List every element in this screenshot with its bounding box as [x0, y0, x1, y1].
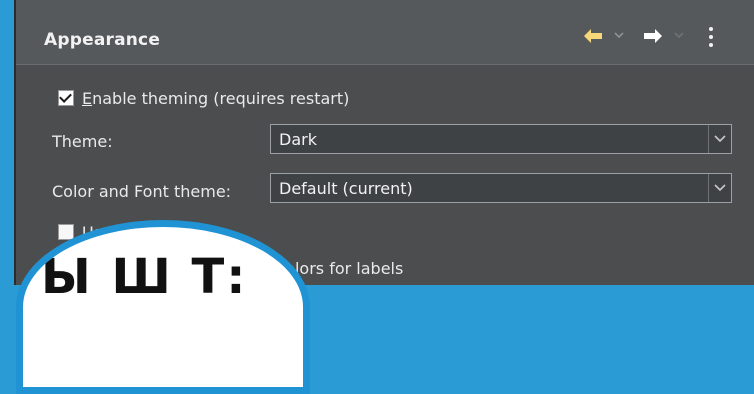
back-arrow-icon[interactable]: [582, 26, 604, 50]
magnifier-overlay: Ы Ш Т:: [16, 220, 310, 394]
overlay-text: Ы Ш Т:: [41, 249, 248, 305]
chevron-down-icon[interactable]: [708, 174, 731, 202]
theme-select-value: Dark: [279, 130, 317, 149]
enable-theming-label[interactable]: Enable theming (requires restart): [82, 89, 349, 108]
chevron-down-icon[interactable]: [708, 125, 731, 153]
color-font-theme-select[interactable]: Default (current): [270, 173, 732, 203]
forward-arrow-icon[interactable]: [642, 26, 664, 50]
enable-theming-checkbox[interactable]: [58, 90, 74, 106]
forward-dropdown-chevron-down-icon[interactable]: [674, 26, 684, 50]
theme-select[interactable]: Dark: [270, 124, 732, 154]
color-font-theme-label: Color and Font theme:: [52, 182, 232, 201]
color-font-theme-select-value: Default (current): [279, 179, 413, 198]
header-bar: Appearance: [16, 0, 754, 65]
enable-theming-row: Enable theming (requires restart): [16, 86, 754, 112]
checkmark-icon: [59, 90, 72, 103]
page-title: Appearance: [44, 30, 161, 50]
theme-label: Theme:: [52, 132, 113, 151]
kebab-menu-icon[interactable]: [706, 26, 716, 50]
back-dropdown-chevron-down-icon[interactable]: [614, 26, 624, 50]
